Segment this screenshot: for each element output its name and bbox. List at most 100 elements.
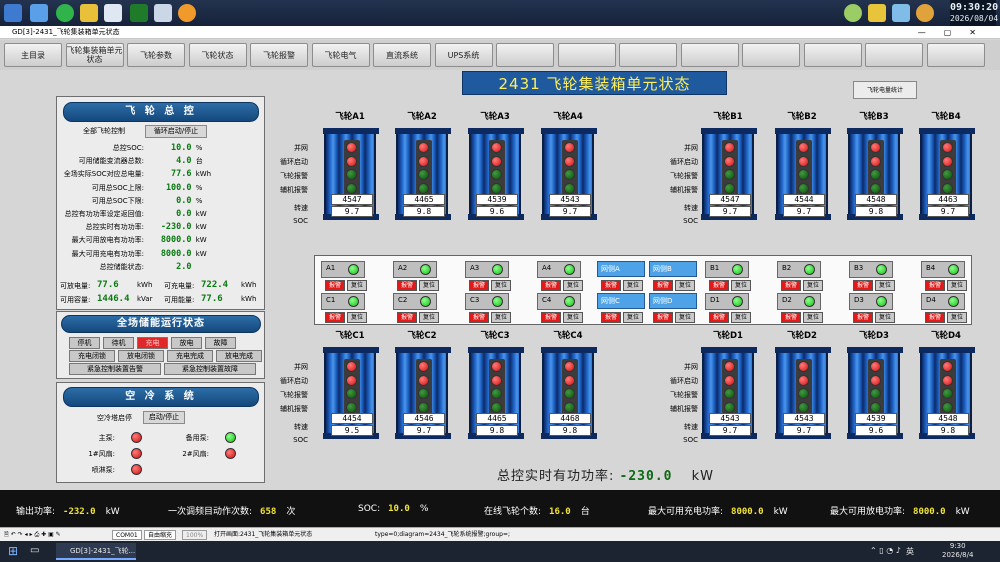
chart-icon[interactable] (104, 4, 122, 22)
taskbar-clock: 9:30 2026/8/4 (942, 542, 973, 560)
unit-alarm-button[interactable]: 报警 (709, 312, 729, 323)
unit-alarm-button[interactable]: 报警 (781, 280, 801, 291)
nav-button-13[interactable] (803, 43, 862, 67)
unit-reset-button[interactable]: 复位 (803, 312, 823, 323)
nav-button-1[interactable]: 飞轮集装箱单元状态 (65, 43, 124, 67)
unit-alarm-button[interactable]: 报警 (469, 280, 489, 291)
unit-reset-button[interactable]: 复位 (731, 280, 751, 291)
input-language[interactable]: 英 (906, 546, 914, 557)
nav-button-12[interactable] (742, 43, 800, 67)
unit-reset-button[interactable]: 复位 (563, 312, 583, 323)
windows-start-icon[interactable]: ⊞ (8, 544, 18, 558)
unit-reset-button[interactable]: 复位 (419, 312, 439, 323)
nav-button-15[interactable] (926, 43, 985, 67)
app-icon[interactable] (4, 4, 22, 22)
unit-alarm-button[interactable]: 报警 (925, 312, 945, 323)
nav-button-2[interactable]: 飞轮参数 (127, 43, 185, 67)
grid-side-button[interactable]: 网侧D (649, 293, 697, 309)
unit-alarm-button[interactable]: 报警 (853, 280, 873, 291)
unit-reset-button[interactable]: 复位 (419, 280, 439, 291)
grid-alarm-button[interactable]: 报警 (601, 312, 621, 323)
unit-alarm-button[interactable]: 报警 (397, 312, 417, 323)
unit-reset-button[interactable]: 复位 (347, 280, 367, 291)
grid-alarm-button[interactable]: 报警 (601, 280, 621, 291)
unit-reset-button[interactable]: 复位 (803, 280, 823, 291)
search-icon[interactable] (154, 4, 172, 22)
cooling-item-label: 备用泵: (185, 434, 209, 442)
grid-reset-button[interactable]: 复位 (623, 312, 643, 323)
cooling-start-stop-button[interactable]: 启动/停止 (143, 411, 185, 424)
grid-alarm-button[interactable]: 报警 (653, 280, 673, 291)
window-controls[interactable]: —▢✕ (918, 26, 994, 39)
shield-icon[interactable] (868, 4, 886, 22)
nav-button-7[interactable]: UPS系统 (434, 43, 493, 67)
unit-alarm-button[interactable]: 报警 (325, 312, 345, 323)
flywheel-soc: 9.8 (549, 425, 591, 436)
task-view-icon[interactable]: ▭ (30, 545, 39, 556)
grid-reset-button[interactable]: 复位 (675, 312, 695, 323)
grid-reset-button[interactable]: 复位 (623, 280, 643, 291)
nav-button-4[interactable]: 飞轮报警 (250, 43, 308, 67)
master-row-value: 4.0 (176, 156, 192, 167)
nav-button-8[interactable] (496, 43, 554, 67)
status-lights (796, 140, 812, 196)
nav-button-11[interactable] (680, 43, 739, 67)
grid-side-button[interactable]: 网侧C (597, 293, 645, 309)
status-lights (940, 359, 956, 415)
nav-button-3[interactable]: 飞轮状态 (188, 43, 247, 67)
flywheel-unit: 飞轮A2 4465 9.8 (394, 110, 451, 220)
flywheel-name: 飞轮A3 (480, 112, 510, 122)
master-row: 最大可用充电有功功率: 8000.0 kW (57, 248, 264, 260)
status-icon[interactable] (844, 4, 862, 22)
nav-button-0[interactable]: 主目录 (4, 43, 62, 67)
unit-reset-button[interactable]: 复位 (947, 312, 967, 323)
unit-reset-button[interactable]: 复位 (875, 280, 895, 291)
unit-reset-button[interactable]: 复位 (731, 312, 751, 323)
flywheel-energy-stats-button[interactable]: 飞轮电量统计 (853, 81, 917, 99)
nav-button-9[interactable] (557, 43, 616, 67)
status-lamp (346, 169, 357, 180)
taskbar-app[interactable]: GD[3]-2431_飞轮... (56, 543, 136, 560)
unit-reset-button[interactable]: 复位 (491, 312, 511, 323)
unit-alarm-button[interactable]: 报警 (925, 280, 945, 291)
users-icon[interactable] (892, 4, 910, 22)
unit-reset-button[interactable]: 复位 (563, 280, 583, 291)
unit-alarm-button[interactable]: 报警 (541, 280, 561, 291)
grid-side-button[interactable]: 网侧A (597, 261, 645, 277)
scope-icon[interactable] (130, 4, 148, 22)
unit-alarm-button[interactable]: 报警 (541, 312, 561, 323)
monitor-icon[interactable] (30, 4, 48, 22)
status-lamp (418, 169, 429, 180)
unit-alarm-button[interactable]: 报警 (781, 312, 801, 323)
zoom-select[interactable]: 100% (182, 530, 208, 540)
green-circle-icon[interactable] (56, 4, 74, 22)
cooling-item-status-lamp (131, 464, 142, 475)
total-power-label: 总控实时有功功率: (497, 469, 615, 484)
unit-reset-button[interactable]: 复位 (875, 312, 895, 323)
grid-reset-button[interactable]: 复位 (675, 280, 695, 291)
unit-alarm-button[interactable]: 报警 (325, 280, 345, 291)
edit-icon[interactable] (80, 4, 98, 22)
toolbar-icons[interactable]: 🗎 ↶ ↷ ◂ ▸ ⎙ ✚ ▣ ✎ (4, 528, 61, 542)
tray-icons[interactable]: ⌃ ▯ ◔ ♪ (870, 546, 901, 555)
unit-alarm-button[interactable]: 报警 (397, 280, 417, 291)
nav-button-10[interactable] (619, 43, 677, 67)
nav-button-14[interactable] (865, 43, 923, 67)
unit-reset-button[interactable]: 复位 (947, 280, 967, 291)
cycle-start-stop-button[interactable]: 循环启动/停止 (145, 125, 207, 138)
grid-alarm-button[interactable]: 报警 (653, 312, 673, 323)
nav-button-5[interactable]: 飞轮电气 (311, 43, 370, 67)
unit-alarm-button[interactable]: 报警 (853, 312, 873, 323)
unit-alarm-button[interactable]: 报警 (469, 312, 489, 323)
com-select[interactable]: COM01 (112, 530, 142, 540)
user-icon[interactable] (916, 4, 934, 22)
zoom-mode-select[interactable]: 自由缩充 (144, 530, 177, 540)
status-item: SOC: 10.0% (358, 504, 428, 514)
unit-reset-button[interactable]: 复位 (491, 280, 511, 291)
unit-alarm-button[interactable]: 报警 (709, 280, 729, 291)
sound-icon[interactable] (178, 4, 196, 22)
nav-button-6[interactable]: 直流系统 (373, 43, 431, 67)
grid-side-button[interactable]: 网侧B (649, 261, 697, 277)
unit-cell-label: D4 (926, 296, 936, 304)
unit-reset-button[interactable]: 复位 (347, 312, 367, 323)
